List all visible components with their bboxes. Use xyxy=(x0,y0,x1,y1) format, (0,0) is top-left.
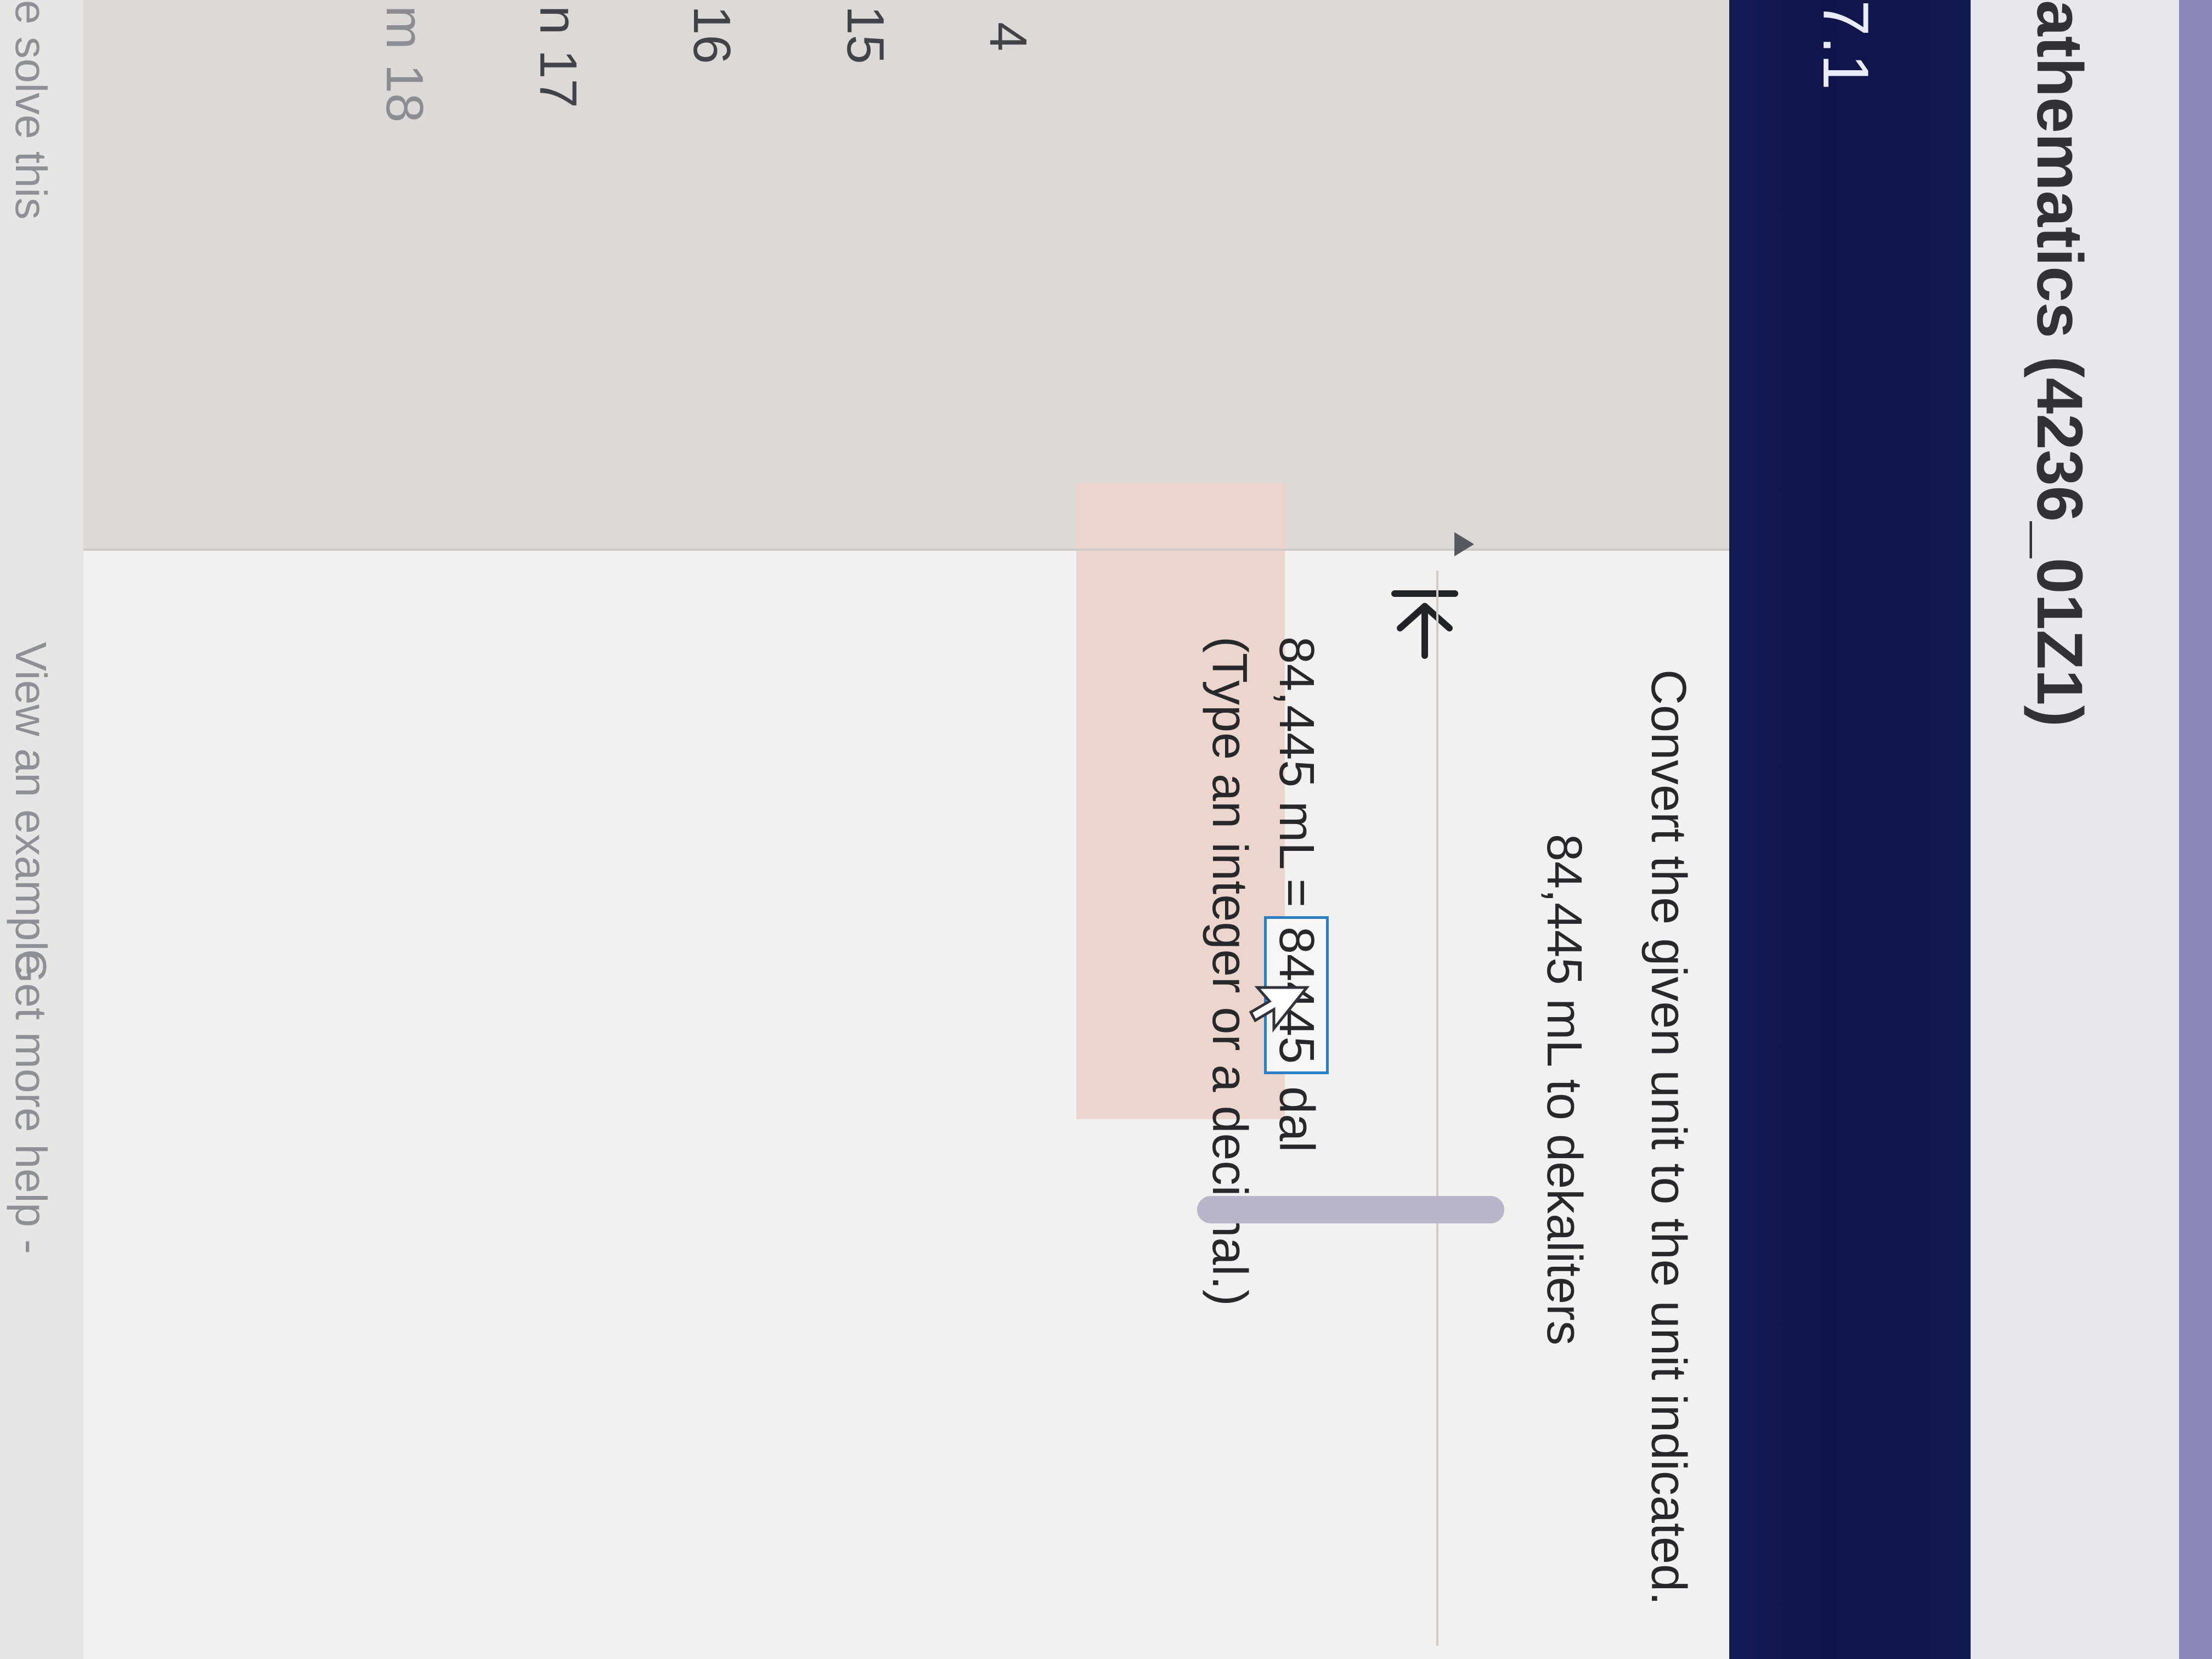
question-sidebar xyxy=(0,0,1729,549)
equals-sign: = xyxy=(1269,878,1324,907)
sidebar-item-18[interactable]: m 18 xyxy=(374,5,435,122)
sidebar-item-15[interactable]: 15 xyxy=(835,5,895,64)
question-divider xyxy=(1436,571,1438,1646)
answer-unit: dal xyxy=(1269,1086,1324,1153)
back-to-start-icon xyxy=(1391,590,1458,659)
question-instruction: Convert the given unit to the unit indic… xyxy=(1641,669,1696,1606)
help-me-solve-link[interactable]: e solve this xyxy=(5,0,56,219)
course-header: athematics (4236_01Z1) xyxy=(1971,0,2179,1659)
browser-top-strip xyxy=(2179,0,2212,1659)
course-title: athematics (4236_01Z1) xyxy=(2023,0,2096,727)
sidebar-item-17[interactable]: n 17 xyxy=(528,5,588,108)
collapse-caret-icon[interactable] xyxy=(1454,532,1474,556)
photo-viewport: athematics (4236_01Z1) 7.1 4 15 16 n 17 … xyxy=(0,0,2212,1659)
view-example-link[interactable]: View an example xyxy=(5,642,56,975)
back-to-start-button[interactable] xyxy=(1384,582,1466,680)
scrollbar-thumb[interactable] xyxy=(1197,1196,1504,1223)
sidebar-item-4[interactable]: 4 xyxy=(978,22,1038,51)
answer-row: 84,445 mL = 84445 dal xyxy=(1264,636,1329,1152)
section-nav-bar: 7.1 xyxy=(1729,0,1971,1659)
sidebar-item-16[interactable]: 16 xyxy=(681,5,742,64)
given-quantity: 84,445 mL to dekaliters xyxy=(1537,834,1592,1346)
mouse-cursor-icon xyxy=(1249,986,1310,1033)
answer-prefix: 84,445 mL xyxy=(1269,636,1324,870)
mylab-page: athematics (4236_01Z1) 7.1 4 15 16 n 17 … xyxy=(0,0,2212,1659)
section-label: 7.1 xyxy=(1809,0,1882,91)
get-more-help-link[interactable]: Get more help - xyxy=(5,949,56,1254)
